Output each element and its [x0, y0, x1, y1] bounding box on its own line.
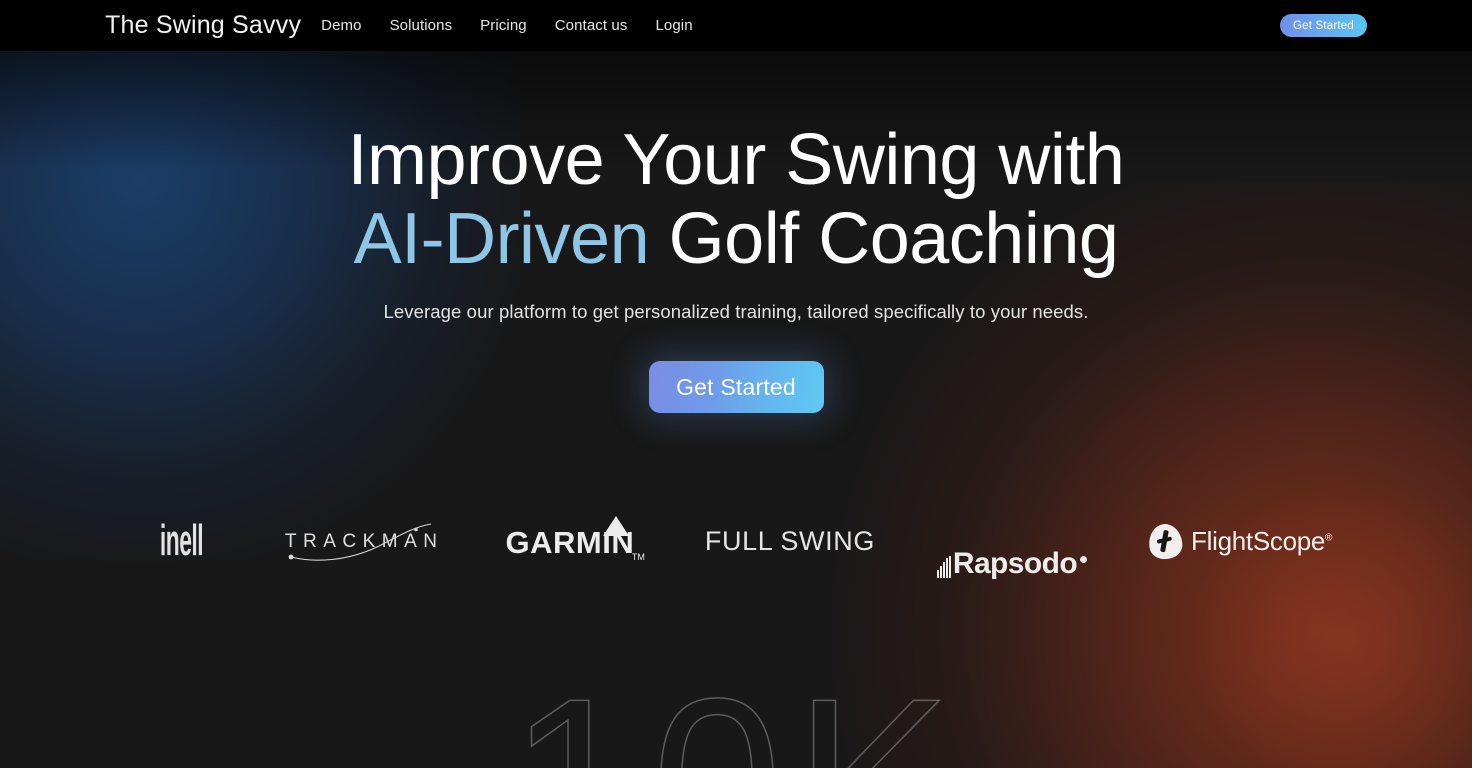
flightscope-wordmark: FlightScope®: [1191, 526, 1332, 557]
full-swing-wordmark: FULL SWING: [704, 525, 875, 556]
hero-subtitle: Leverage our platform to get personalize…: [383, 301, 1089, 322]
logo-full-swing[interactable]: FULL SWING: [705, 501, 875, 581]
hero-heading-line-1: Improve Your Swing with: [347, 120, 1125, 200]
partner-logos-row: inell TRACKMAN GARMIN TM FULL SWING Raps…: [0, 501, 1472, 581]
rapsodo-dot-icon: [1080, 556, 1088, 563]
hero-section: Improve Your Swing with AI-Driven Golf C…: [0, 51, 1472, 768]
nav-item-solutions[interactable]: Solutions: [390, 17, 453, 34]
stat-big-number: 10K: [508, 649, 963, 768]
hero-heading-line-2: Golf Coaching: [649, 199, 1119, 279]
logo-trackman[interactable]: TRACKMAN: [284, 517, 444, 565]
hero-heading: Improve Your Swing with AI-Driven Golf C…: [0, 121, 1472, 279]
brand-logo[interactable]: The Swing Savvy: [105, 11, 301, 40]
logo-rapsodo[interactable]: Rapsodo: [936, 501, 1088, 581]
site-header: The Swing Savvy Demo Solutions Pricing C…: [0, 0, 1472, 51]
flightscope-trademark: ®: [1325, 531, 1333, 543]
logo-garmin[interactable]: GARMIN TM: [497, 514, 645, 568]
rapsodo-wordmark: Rapsodo: [952, 547, 1078, 580]
stat-outline-wrapper: 10K: [0, 662, 1472, 768]
garmin-trademark: TM: [631, 552, 645, 562]
nav-item-contact-us[interactable]: Contact us: [555, 17, 628, 34]
trackman-wordmark: TRACKMAN: [284, 531, 444, 552]
inell-wordmark: inell: [159, 516, 204, 565]
rapsodo-bars-icon: [936, 556, 951, 578]
flightscope-wordmark-text: FlightScope: [1191, 525, 1326, 556]
nav-item-pricing[interactable]: Pricing: [480, 17, 527, 34]
hero-heading-accent: AI-Driven: [353, 199, 650, 279]
flightscope-leaf-icon: [1147, 521, 1184, 561]
nav-item-login[interactable]: Login: [655, 17, 692, 34]
hero-content: Improve Your Swing with AI-Driven Golf C…: [0, 51, 1472, 413]
logo-flightscope[interactable]: FlightScope®: [1147, 501, 1332, 581]
nav-item-demo[interactable]: Demo: [321, 17, 361, 34]
hero-get-started-button[interactable]: Get Started: [648, 361, 824, 413]
main-navigation: Demo Solutions Pricing Contact us Login: [321, 17, 693, 34]
garmin-wordmark: GARMIN: [505, 525, 635, 560]
header-get-started-button[interactable]: Get Started: [1279, 14, 1367, 37]
logo-inell[interactable]: inell: [140, 501, 223, 581]
